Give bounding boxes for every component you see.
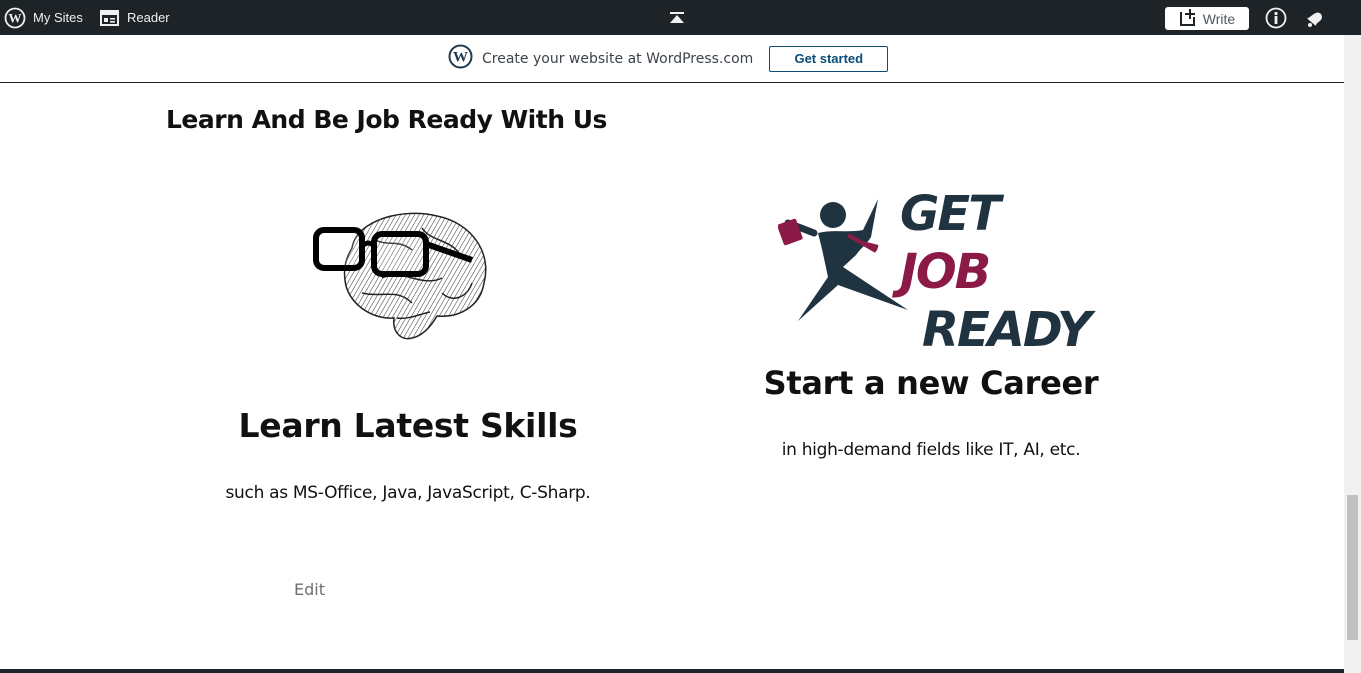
logo-get-text: GET	[900, 186, 1001, 242]
write-plus-icon	[1179, 8, 1197, 29]
banner-text: Create your website at WordPress.com	[482, 50, 754, 67]
admin-bar: W My Sites Reader Write	[0, 0, 1361, 35]
logo-job-text: JOB	[900, 244, 991, 300]
notifications-bell-icon	[1304, 7, 1326, 29]
brain-glasses-image	[312, 208, 492, 348]
account-menu[interactable]	[1265, 0, 1287, 35]
vertical-scrollbar[interactable]	[1344, 35, 1361, 673]
start-career-heading: Start a new Career	[763, 364, 1099, 402]
write-button[interactable]: Write	[1165, 7, 1249, 30]
svg-text:W: W	[453, 50, 468, 66]
footer-edge	[0, 669, 1344, 673]
wordpress-logo-icon: W	[4, 7, 26, 29]
collapse-toolbar-button[interactable]	[669, 0, 685, 35]
learn-skills-text: such as MS-Office, Java, JavaScript, C-S…	[225, 483, 591, 503]
svg-text:W: W	[9, 10, 22, 25]
section-title: Learn And Be Job Ready With Us	[166, 105, 607, 134]
promo-banner: W Create your website at WordPress.com G…	[0, 35, 1344, 83]
reader-menu[interactable]: Reader	[100, 0, 170, 35]
notifications-menu[interactable]	[1304, 0, 1326, 35]
collapse-up-icon	[669, 11, 685, 25]
reader-label: Reader	[127, 10, 170, 25]
reader-icon	[100, 9, 119, 26]
write-label: Write	[1202, 10, 1236, 27]
my-sites-menu[interactable]: W My Sites	[4, 0, 83, 35]
edit-link[interactable]: Edit	[294, 580, 325, 599]
start-career-text: in high-demand fields like IT, AI, etc.	[781, 440, 1081, 460]
logo-text: GET JOB READY	[900, 185, 1092, 359]
get-started-button[interactable]: Get started	[769, 45, 889, 72]
wordpress-logo-icon: W	[448, 44, 473, 73]
logo-ready-text: READY	[922, 302, 1092, 358]
page-content: Learn And Be Job Ready With Us Learn Lat…	[0, 83, 1344, 669]
learn-skills-heading: Learn Latest Skills	[238, 406, 578, 445]
scrollbar-thumb[interactable]	[1347, 495, 1358, 640]
help-info-icon	[1265, 7, 1287, 29]
get-job-ready-logo: GET JOB READY	[777, 185, 1092, 358]
my-sites-label: My Sites	[33, 10, 83, 25]
